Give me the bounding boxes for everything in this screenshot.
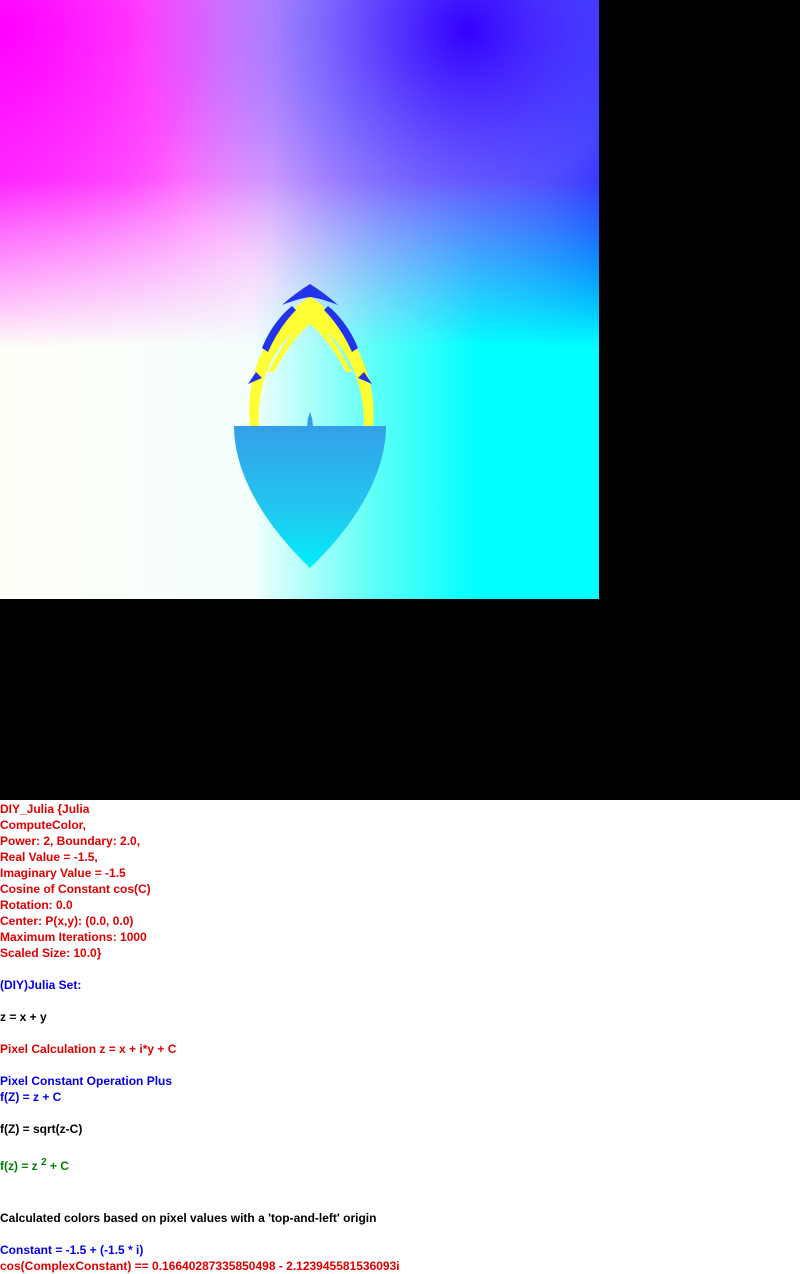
function-power-prefix: f(z) = z [0, 1159, 41, 1173]
param-center: Center: P(x,y): (0.0, 0.0) [0, 914, 134, 928]
param-rotation: Rotation: 0.0 [0, 898, 73, 912]
function-sqrt: f(Z) = sqrt(z-C) [0, 1122, 83, 1136]
z-definition: z = x + y [0, 1010, 47, 1024]
julia-fractal-image [0, 0, 599, 599]
fractal-info-panel: DIY_Julia {Julia ComputeColor, Power: 2,… [0, 801, 800, 1274]
constant-operation: Pixel Constant Operation Plus [0, 1074, 173, 1088]
function-power: f(z) = z 2 + C [0, 1158, 800, 1174]
function-plus: f(Z) = z + C [0, 1090, 62, 1104]
fractal-canvas-area [0, 0, 800, 800]
param-max-iterations: Maximum Iterations: 1000 [0, 930, 147, 944]
param-imaginary-value: Imaginary Value = -1.5 [0, 866, 126, 880]
param-compute-color: ComputeColor, [0, 818, 86, 832]
constant-value: Constant = -1.5 + (-1.5 * i) [0, 1243, 144, 1257]
param-cosine: Cosine of Constant cos(C) [0, 882, 151, 896]
param-power-boundary: Power: 2, Boundary: 2.0, [0, 834, 141, 848]
set-title: (DIY)Julia Set: [0, 978, 82, 992]
pixel-calculation: Pixel Calculation z = x + i*y + C [0, 1042, 177, 1056]
param-title: DIY_Julia {Julia [0, 802, 90, 816]
origin-note: Calculated colors based on pixel values … [0, 1211, 377, 1225]
param-scaled-size: Scaled Size: 10.0} [0, 946, 102, 960]
param-real-value: Real Value = -1.5, [0, 850, 98, 864]
cos-constant-value: cos(ComplexConstant) == 0.16640287335850… [0, 1259, 400, 1273]
function-power-suffix: + C [46, 1159, 69, 1173]
